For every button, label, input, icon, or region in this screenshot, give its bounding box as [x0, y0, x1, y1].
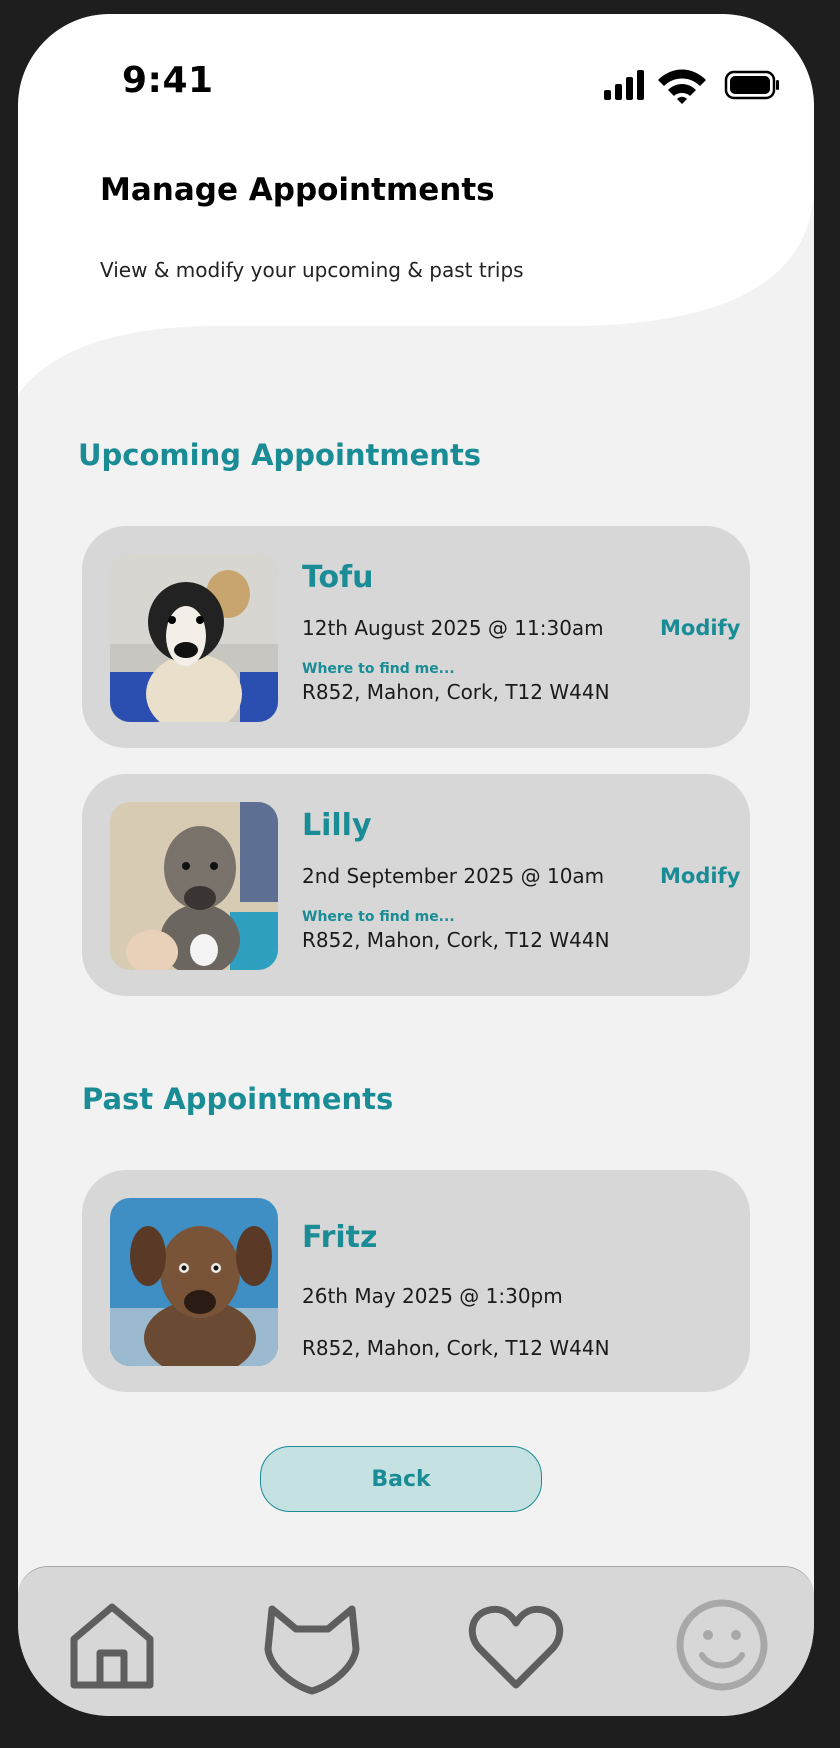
pet-name-fritz: Fritz	[302, 1220, 378, 1255]
phone-screen: 9:41 Manage Appointments View & modify y…	[18, 14, 814, 1716]
back-button[interactable]: Back	[260, 1446, 542, 1512]
appointment-datetime: 26th May 2025 @ 1:30pm	[302, 1284, 563, 1308]
battery-icon	[724, 70, 779, 100]
page-subtitle: View & modify your upcoming & past trips	[100, 258, 524, 282]
appointment-address: R852, Mahon, Cork, T12 W44N	[302, 680, 610, 704]
appointment-card-tofu[interactable]: Tofu 12th August 2025 @ 11:30am Where to…	[82, 526, 750, 748]
heart-icon[interactable]	[466, 1595, 566, 1695]
appointment-datetime: 12th August 2025 @ 11:30am	[302, 616, 604, 640]
page-title: Manage Appointments	[100, 172, 495, 208]
status-icons	[604, 69, 779, 104]
appointment-datetime: 2nd September 2025 @ 10am	[302, 864, 605, 888]
pet-photo-fritz	[110, 1198, 278, 1366]
modify-button-lilly[interactable]: Modify	[660, 864, 740, 888]
past-section-title: Past Appointments	[82, 1082, 394, 1116]
signal-icon	[604, 70, 644, 100]
wifi-icon	[658, 69, 706, 104]
appointment-card-lilly[interactable]: Lilly 2nd September 2025 @ 10am Where to…	[82, 774, 750, 996]
where-label: Where to find me...	[302, 661, 455, 677]
tab-bar	[18, 1566, 814, 1716]
appointment-address: R852, Mahon, Cork, T12 W44N	[302, 1336, 610, 1360]
status-time: 9:41	[122, 60, 214, 101]
cat-icon[interactable]	[262, 1595, 362, 1695]
appointment-card-fritz[interactable]: Fritz 26th May 2025 @ 1:30pm R852, Mahon…	[82, 1170, 750, 1392]
home-icon[interactable]	[62, 1595, 162, 1695]
upcoming-section-title: Upcoming Appointments	[78, 438, 482, 472]
appointment-address: R852, Mahon, Cork, T12 W44N	[302, 928, 610, 952]
pet-name-lilly: Lilly	[302, 808, 372, 843]
where-label: Where to find me...	[302, 909, 455, 925]
smiley-icon[interactable]	[672, 1595, 772, 1695]
pet-photo-tofu	[110, 554, 278, 722]
modify-button-tofu[interactable]: Modify	[660, 616, 740, 640]
pet-photo-lilly	[110, 802, 278, 970]
pet-name-tofu: Tofu	[302, 560, 374, 595]
